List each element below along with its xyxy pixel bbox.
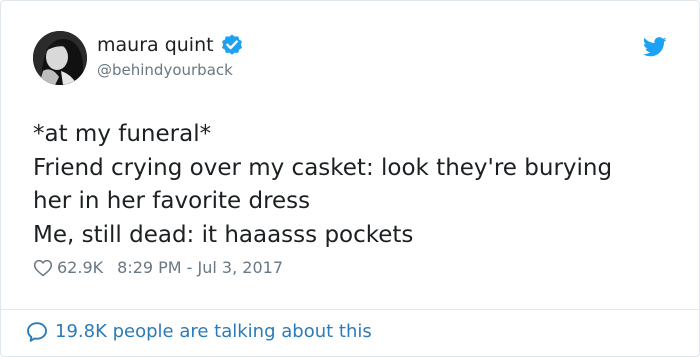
talking-count-text[interactable]: 19.8K people are talking about this	[55, 320, 372, 344]
conversation-link[interactable]: 19.8K people are talking about this	[25, 320, 372, 344]
tweet-line: her in her favorite dress	[33, 188, 311, 214]
tweet-text: *at my funeral* Friend crying over my ca…	[33, 118, 673, 252]
like-count[interactable]: 62.9K	[57, 258, 103, 278]
avatar-photo	[33, 31, 87, 85]
speech-bubble-icon	[25, 320, 49, 344]
tweet-card: maura quint @behindyourback *at my funer…	[0, 0, 700, 357]
author-name[interactable]: maura quint	[97, 34, 214, 56]
divider	[1, 309, 699, 310]
author-name-row: maura quint	[97, 33, 244, 57]
author-handle[interactable]: @behindyourback	[97, 61, 233, 79]
avatar[interactable]	[33, 31, 87, 85]
timestamp-link[interactable]: 8:29 PM - Jul 3, 2017	[117, 258, 283, 278]
tweet-meta: 62.9K 8:29 PM - Jul 3, 2017	[33, 258, 283, 278]
tweet-line: *at my funeral*	[33, 121, 212, 147]
heart-outline-icon[interactable]	[33, 258, 53, 278]
tweet-line: Me, still dead: it haaasss pockets	[33, 221, 414, 248]
twitter-bird-icon[interactable]	[642, 37, 667, 57]
tweet-line: Friend crying over my casket: look they'…	[33, 154, 613, 181]
verified-badge-icon	[220, 33, 244, 57]
